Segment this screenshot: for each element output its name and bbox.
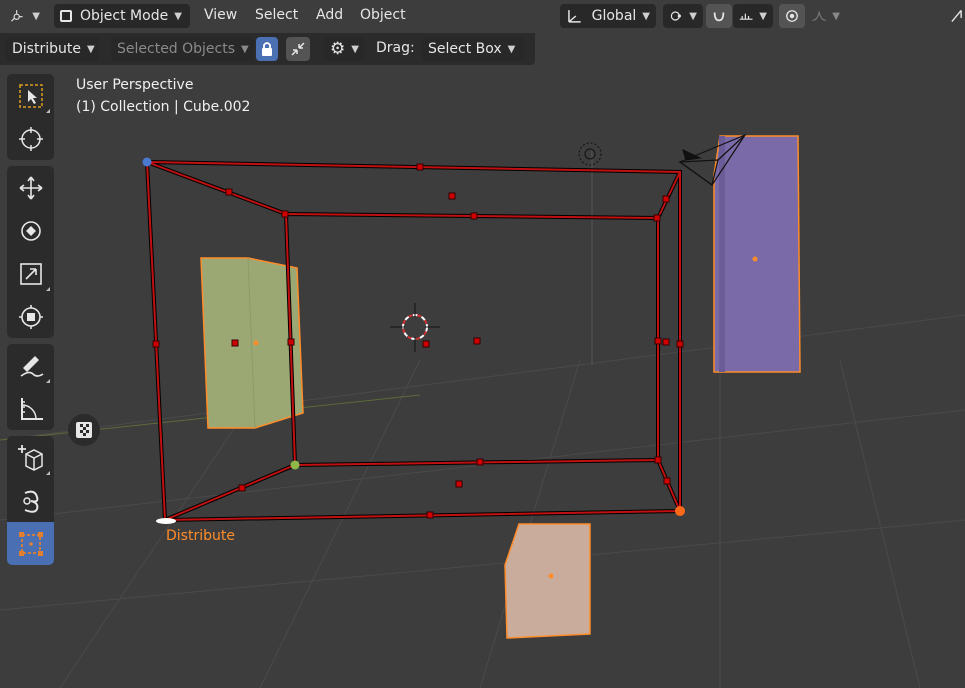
tool-measure[interactable]	[7, 387, 54, 430]
green-origin	[253, 340, 259, 346]
pivot-icon	[670, 11, 681, 21]
tool-settings-bar: Distribute ▼ Selected Objects ▼ ⚙ ▼ Drag…	[0, 33, 535, 65]
proportional-edit-icon	[786, 10, 798, 22]
cage-label: Distribute	[166, 528, 235, 544]
pink-origin	[548, 573, 554, 579]
gizmo-icon	[951, 9, 962, 23]
drag-dropdown[interactable]: Select Box ▼	[422, 37, 524, 61]
magnet-icon	[713, 12, 725, 22]
cage-corner-white	[156, 518, 176, 524]
align-to-active-toggle[interactable]	[286, 37, 310, 61]
mode-label: Object Mode	[80, 8, 169, 24]
gear-icon: ⚙	[330, 39, 346, 59]
tool-options-dropdown[interactable]: ⚙ ▼	[324, 37, 364, 61]
tool-align-distribute[interactable]	[7, 522, 54, 565]
menu-view[interactable]: View	[204, 7, 237, 23]
tool-select-box[interactable]	[7, 74, 54, 117]
scale-icon	[19, 262, 42, 285]
purple-object	[713, 135, 801, 373]
pencil-icon	[20, 355, 43, 377]
lock-icon	[262, 42, 272, 56]
lock-toggle[interactable]	[256, 37, 278, 61]
view-name: User Perspective	[76, 77, 194, 93]
cage-corner-blue	[142, 157, 152, 167]
axis-gizmo-icon	[11, 10, 23, 22]
tool-expand-corner	[46, 471, 50, 475]
chevron-down-icon: ▼	[174, 10, 182, 22]
increment-snap-icon	[739, 13, 753, 20]
tool-scale[interactable]	[7, 252, 54, 295]
operation-dropdown[interactable]: Distribute ▼	[6, 37, 99, 61]
orientation-label: Global	[591, 8, 637, 24]
cursor-icon	[18, 126, 43, 151]
move-icon	[19, 176, 42, 199]
select-box-icon	[18, 83, 43, 108]
chevron-down-icon: ▼	[86, 43, 95, 55]
tool-spin[interactable]	[7, 479, 54, 522]
menu-object[interactable]: Object	[360, 7, 406, 23]
tool-annotate[interactable]	[7, 344, 54, 387]
pivot-point-dropdown[interactable]: ▼	[663, 4, 703, 28]
transform-icon	[18, 304, 43, 329]
drag-label: Drag:	[376, 40, 415, 56]
cage-corner-green	[290, 460, 300, 470]
chevron-down-icon: ▼	[759, 10, 767, 22]
chevron-down-icon: ▼	[689, 10, 697, 22]
ruler-icon	[20, 397, 43, 420]
tool-rotate[interactable]	[7, 209, 54, 252]
tool-transform[interactable]	[7, 295, 54, 338]
floor-grid	[0, 314, 965, 688]
tool-move[interactable]	[7, 166, 54, 209]
align-distribute-icon	[18, 531, 43, 556]
collection-info: (1) Collection | Cube.002	[76, 99, 251, 115]
chevron-down-icon: ▼	[351, 43, 359, 55]
transform-orientation-icon	[568, 10, 581, 23]
mode-dropdown[interactable]: Object Mode ▼	[54, 4, 190, 28]
tool-add-cube[interactable]	[7, 436, 54, 479]
add-cube-icon	[17, 444, 43, 471]
chevron-down-icon: ▼	[642, 10, 650, 22]
snap-toggle[interactable]	[706, 4, 732, 28]
chevron-down-icon: ▼	[832, 10, 840, 22]
target-dropdown[interactable]: Selected Objects ▼	[111, 37, 254, 61]
purple-origin	[752, 256, 758, 262]
shrink-arrows-icon	[291, 42, 305, 56]
cage-corner-orange	[675, 506, 685, 516]
editor-type-button[interactable]: ▼	[4, 4, 46, 28]
tool-expand-corner	[46, 379, 50, 383]
3d-viewport[interactable]: User Perspective (1) Collection | Cube.0…	[0, 0, 965, 688]
operation-label: Distribute	[12, 41, 81, 57]
rotate-icon	[20, 220, 41, 241]
target-label: Selected Objects	[117, 41, 236, 57]
tool-cursor[interactable]	[7, 117, 54, 160]
toggle-quad-view-button[interactable]	[68, 414, 100, 446]
proportional-edit-toggle[interactable]	[779, 4, 805, 28]
drag-value: Select Box	[428, 41, 502, 57]
snap-target-dropdown[interactable]: ▼	[733, 4, 773, 28]
3d-cursor	[390, 303, 440, 352]
chevron-down-icon: ▼	[32, 10, 40, 22]
tool-expand-corner	[46, 287, 50, 291]
toolbar	[7, 74, 54, 571]
menu-select[interactable]: Select	[255, 7, 298, 23]
viewport-header: ▼ Object Mode ▼ View Select Add Object G…	[0, 0, 965, 33]
tool-expand-corner	[46, 109, 50, 113]
cube-mode-icon	[60, 10, 72, 22]
gizmo-toggle[interactable]	[948, 4, 965, 28]
falloff-dropdown[interactable]: ▼	[806, 4, 846, 28]
menu-add[interactable]: Add	[316, 7, 343, 23]
spin-icon	[22, 490, 38, 513]
orientation-dropdown[interactable]: Global ▼	[560, 4, 656, 28]
falloff-curve-icon	[812, 10, 826, 21]
chevron-down-icon: ▼	[507, 43, 516, 55]
checker-icon	[76, 422, 92, 438]
chevron-down-icon: ▼	[241, 43, 249, 55]
light-object	[578, 142, 602, 166]
pink-object	[504, 523, 591, 639]
